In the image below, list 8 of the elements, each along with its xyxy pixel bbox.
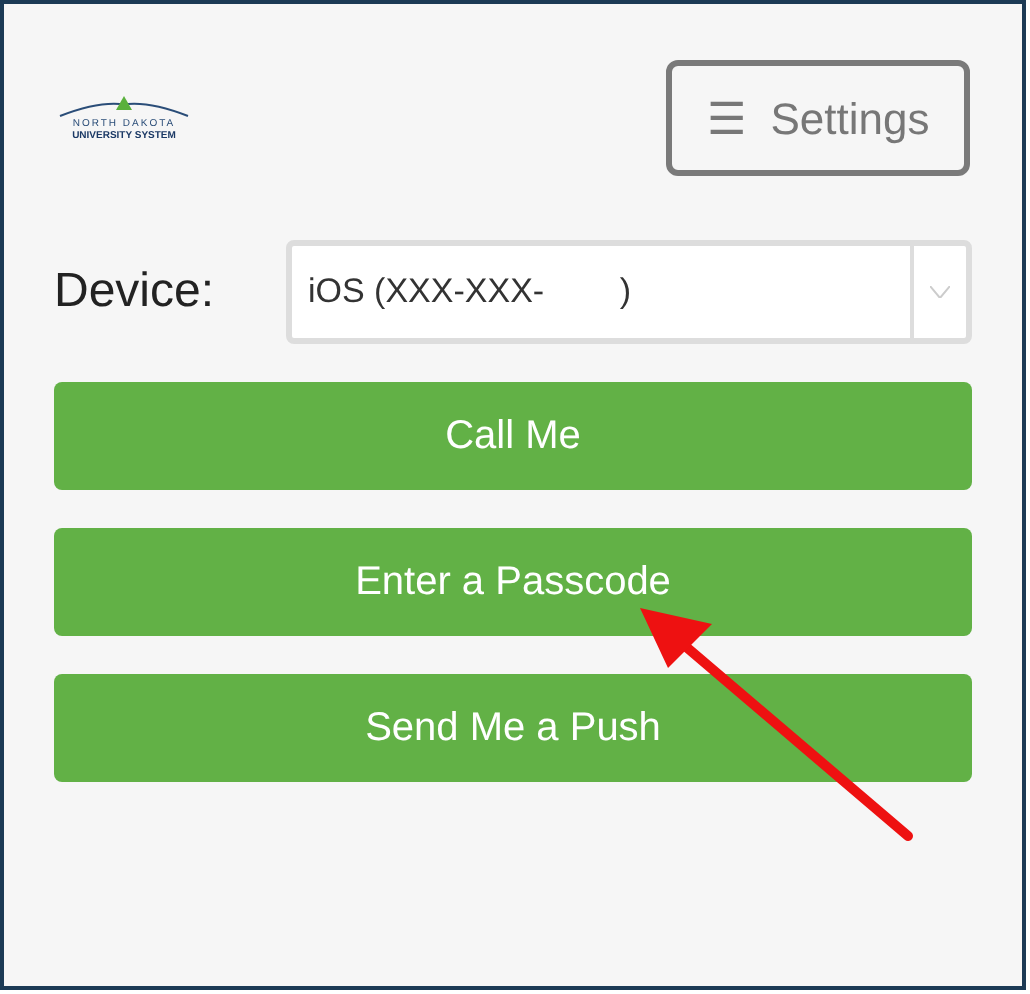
action-button[interactable]: Send Me a Push (54, 674, 972, 782)
chevron-down-icon (930, 286, 950, 298)
device-select[interactable]: iOS (XXX-XXX- ) (286, 240, 972, 344)
device-label: Device: (54, 262, 217, 322)
action-button[interactable]: Enter a Passcode (54, 528, 972, 636)
logo-icon (56, 94, 192, 118)
action-button[interactable]: Call Me (54, 382, 972, 490)
settings-button[interactable]: ☰ Settings (666, 60, 970, 176)
